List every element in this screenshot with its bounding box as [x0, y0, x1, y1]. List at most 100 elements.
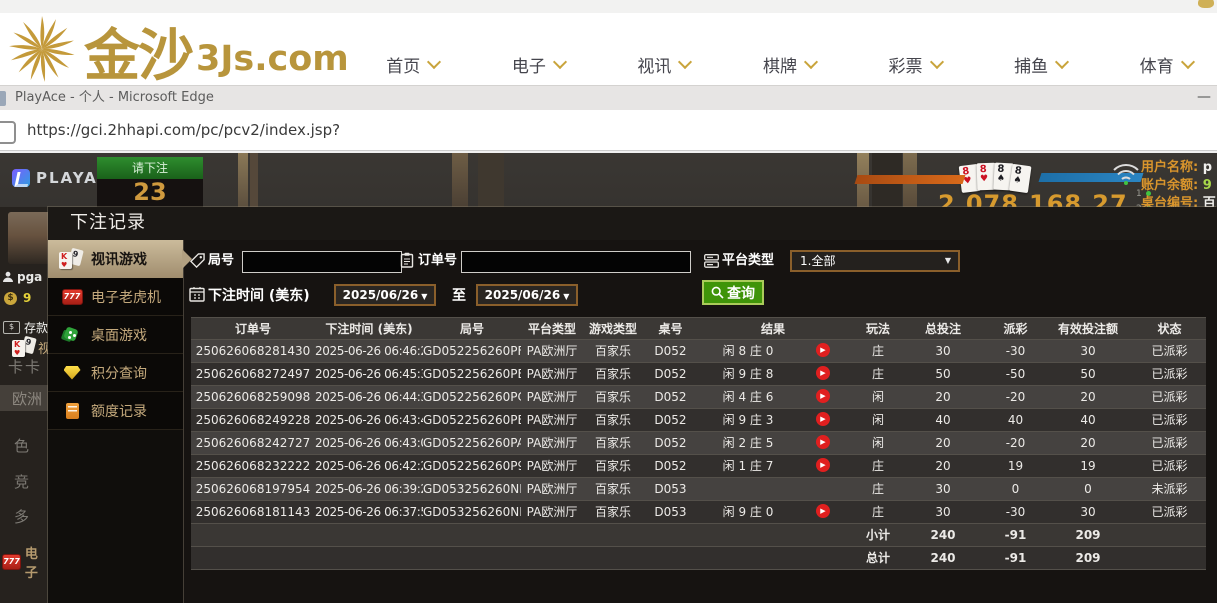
- caret-down-icon: ▼: [563, 292, 570, 301]
- sun-logo-icon: [4, 13, 80, 89]
- status-badge: 已派彩: [1133, 455, 1206, 478]
- banknote-icon: $: [3, 321, 20, 334]
- stage-pillar: [452, 153, 468, 207]
- cards-icon: 9 K ♥: [57, 247, 87, 270]
- slot-777-icon: 777: [2, 554, 21, 570]
- list-icon: [704, 253, 719, 272]
- order-no-input[interactable]: [461, 251, 691, 273]
- date-to-picker[interactable]: 2025/06/26 ▼: [476, 284, 578, 306]
- lobby-username: pga: [2, 270, 42, 284]
- chevron-down-icon: [1180, 54, 1195, 70]
- diamond-icon: [57, 365, 87, 380]
- minimize-button[interactable]: —: [1197, 86, 1211, 108]
- lobby-item-card[interactable]: 卡卡: [8, 356, 42, 377]
- slot-777-icon: 777: [57, 288, 87, 305]
- status-badge: 已派彩: [1133, 386, 1206, 409]
- lobby-deposit-button[interactable]: $ 存款: [3, 319, 48, 336]
- user-info-block: 用户名称: p 账户余额: 9 桌台编号: 百: [1141, 160, 1216, 211]
- address-bar[interactable]: https://gci.2hhapi.com/pc/pcv2/index.jsp…: [0, 110, 1217, 151]
- lobby-item-color[interactable]: 色: [14, 435, 31, 456]
- window-title: PlayAce - 个人 - Microsoft Edge: [15, 90, 214, 105]
- platform-type-label: 平台类型: [722, 253, 775, 268]
- caret-down-icon: ▼: [944, 256, 951, 265]
- lobby-item-slots[interactable]: 777 电子: [2, 543, 48, 581]
- sidebar-tab-slots[interactable]: 777 电子老虎机: [48, 278, 183, 316]
- playing-card: 8 ♠: [1008, 163, 1032, 194]
- nav-item-board[interactable]: 棋牌: [763, 52, 819, 77]
- status-badge: 已派彩: [1133, 363, 1206, 386]
- round-no-label: 局号: [208, 253, 235, 268]
- chevron-down-icon: [1055, 54, 1070, 70]
- magnifier-icon: [711, 286, 724, 299]
- chevron-down-icon: [427, 54, 442, 70]
- order-no-label: 订单号: [418, 253, 458, 268]
- replay-button[interactable]: ▶: [816, 458, 830, 472]
- status-badge: 未派彩: [1133, 478, 1206, 501]
- dice-icon: [57, 325, 87, 343]
- nav-item-live[interactable]: 视讯: [637, 52, 693, 77]
- panel-title: 下注记录: [48, 207, 1217, 240]
- sidebar-tab-live-games[interactable]: 9 K ♥ 视讯游戏: [48, 240, 192, 278]
- replay-button[interactable]: ▶: [816, 435, 830, 449]
- nav-item-home[interactable]: 首页: [386, 52, 442, 77]
- to-label: 至: [452, 288, 466, 304]
- bet-records-table: 订单号 下注时间 (美东) 局号 平台类型 游戏类型 桌号 结果 玩法 总投注 …: [191, 317, 1206, 570]
- brand-logo-en: 3Js.com: [196, 39, 349, 79]
- search-button[interactable]: 查询: [702, 280, 764, 305]
- bet-records-panel: 下注记录 9 K ♥ 视讯游戏 777 电子老虎机 桌面游戏 积分查询 额度记录…: [48, 207, 1217, 603]
- playace-logo-icon: [12, 169, 31, 187]
- round-no-input[interactable]: [242, 251, 402, 273]
- document-icon: [57, 402, 87, 419]
- dealt-cards: 8 ♥ 8 ♥ 8 ♠ 8 ♠: [958, 162, 1032, 194]
- replay-button[interactable]: ▶: [816, 366, 830, 380]
- banker-bet-bar: [854, 175, 966, 184]
- bet-countdown: 请下注 23: [97, 157, 203, 207]
- clipboard-icon: [400, 252, 414, 272]
- window-favicon: [0, 91, 6, 106]
- caret-down-icon: ▼: [421, 292, 428, 301]
- page-icon: [0, 121, 16, 144]
- panel-content: 局号 订单号 平台类型 1.全部 ▼ 下注时间 (美东) 2025/06/26 …: [183, 240, 1217, 603]
- stage-pillar: [238, 153, 248, 207]
- status-badge: 已派彩: [1133, 340, 1206, 363]
- replay-button[interactable]: ▶: [816, 389, 830, 403]
- nav-item-lottery[interactable]: 彩票: [889, 52, 944, 77]
- screen: 金沙 3Js.com 首页 电子 视讯 棋牌 彩票 捕鱼 体育 PlayAce …: [0, 0, 1217, 603]
- person-icon: [3, 271, 13, 282]
- brand-logo-cn: 金沙: [84, 23, 194, 89]
- lobby-item-race[interactable]: 竞: [14, 471, 31, 492]
- money-bag-icon: $: [4, 291, 17, 305]
- nav-item-slots[interactable]: 电子: [512, 52, 567, 77]
- lobby-left-column: pga $ 9 $ 存款 9 K ♥ 视 卡卡 欧洲 色 竞 多 777 电子: [0, 207, 48, 603]
- lobby-video-tab[interactable]: 9 K ♥ 视: [12, 335, 48, 358]
- sidebar-tab-table-games[interactable]: 桌面游戏: [48, 316, 183, 354]
- site-header: 金沙 3Js.com 首页 电子 视讯 棋牌 彩票 捕鱼 体育: [0, 13, 1217, 89]
- lobby-vip-level: $ 9: [4, 291, 31, 305]
- panel-sidebar: 9 K ♥ 视讯游戏 777 电子老虎机 桌面游戏 积分查询 额度记录: [48, 240, 192, 603]
- status-badge: 已派彩: [1133, 409, 1206, 432]
- replay-button[interactable]: ▶: [816, 343, 830, 357]
- sidebar-tab-credit-log[interactable]: 额度记录: [48, 392, 183, 430]
- replay-button[interactable]: ▶: [816, 412, 830, 426]
- status-badge: 已派彩: [1133, 432, 1206, 455]
- nav-item-fishing[interactable]: 捕鱼: [1014, 52, 1070, 77]
- date-from-picker[interactable]: 2025/06/26 ▼: [334, 284, 436, 306]
- lobby-item-multi[interactable]: 多: [14, 506, 31, 527]
- countdown-number: 23: [97, 179, 203, 207]
- game-stage: PLAYACE 请下注 23 8 ♥ 8 ♥ 8 ♠ 8 ♠ 2,078,168.27: [0, 151, 1217, 603]
- stage-pillar: [250, 153, 258, 207]
- url-text: https://gci.2hhapi.com/pc/pcv2/index.jsp…: [27, 121, 341, 139]
- corner-ornament: [1198, 0, 1214, 8]
- chevron-down-icon: [678, 54, 693, 70]
- calendar-icon: [189, 286, 205, 306]
- chevron-down-icon: [929, 54, 944, 70]
- lobby-item-europe[interactable]: 欧洲: [0, 385, 48, 411]
- platform-type-select[interactable]: 1.全部 ▼: [790, 250, 960, 272]
- nav-item-sports[interactable]: 体育: [1140, 52, 1195, 77]
- chevron-down-icon: [552, 54, 567, 70]
- bet-prompt: 请下注: [97, 157, 203, 179]
- sidebar-tab-points[interactable]: 积分查询: [48, 354, 183, 392]
- main-nav: 首页 电子 视讯 棋牌 彩票 捕鱼 体育: [350, 43, 1217, 85]
- cards-icon: 9 K ♥: [12, 335, 38, 358]
- replay-button[interactable]: ▶: [816, 504, 830, 518]
